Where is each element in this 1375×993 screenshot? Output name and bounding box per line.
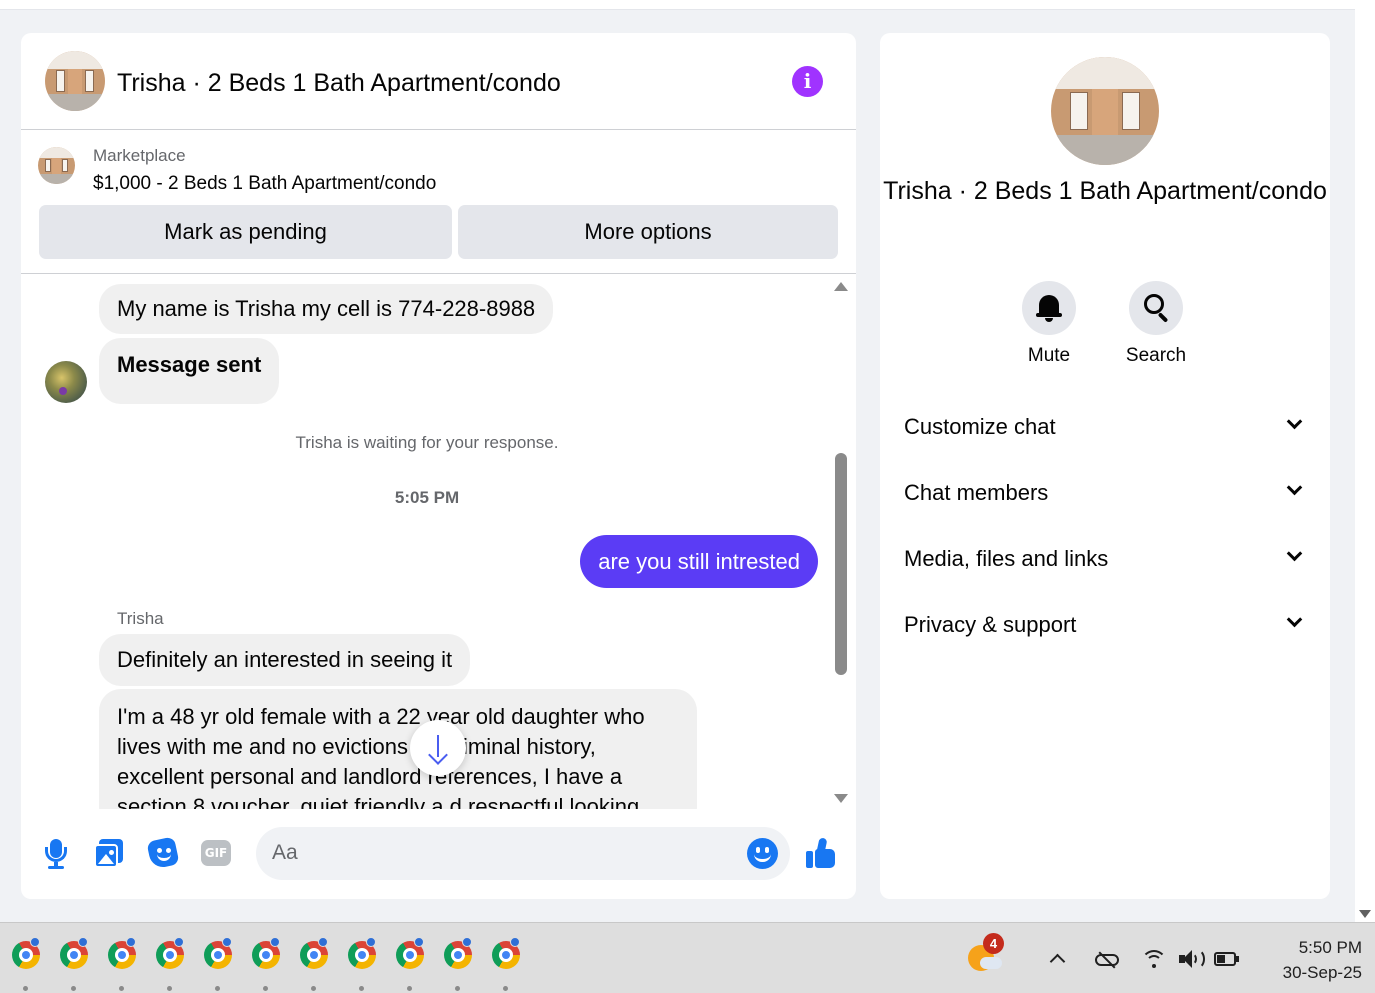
marketplace-banner: Marketplace $1,000 - 2 Beds 1 Bath Apart…: [21, 130, 856, 274]
chat-details-panel: Trisha · 2 Beds 1 Bath Apartment/condo M…: [880, 33, 1330, 899]
outgoing-message[interactable]: are you still intrested: [580, 535, 818, 588]
scroll-to-bottom-button[interactable]: [410, 720, 466, 776]
sender-name: Trisha: [117, 609, 164, 628]
mute-label: Mute: [1027, 345, 1071, 366]
message-input[interactable]: [272, 835, 732, 871]
clock-time: 5:50 PM: [1298, 938, 1362, 957]
sticker-icon[interactable]: [146, 836, 180, 870]
emoji-icon[interactable]: [747, 838, 778, 869]
section-media-files-links[interactable]: Media, files and links: [904, 538, 1308, 578]
message-list[interactable]: My name is Trisha my cell is 774-228-898…: [21, 276, 856, 809]
page-scrollbar[interactable]: [1355, 0, 1375, 922]
chevron-down-icon: [1286, 545, 1303, 562]
clock-date: 30-Sep-25: [1282, 963, 1362, 982]
system-clock[interactable]: 5:50 PM 30-Sep-25: [1252, 935, 1362, 985]
chrome-icon[interactable]: [396, 937, 426, 991]
chrome-icon[interactable]: [492, 937, 522, 991]
chrome-icon[interactable]: [60, 937, 90, 991]
search-label: Search: [1125, 345, 1187, 366]
microphone-icon[interactable]: [40, 837, 72, 869]
message-scrollbar-thumb[interactable]: [835, 453, 847, 675]
search-icon[interactable]: [1129, 281, 1183, 335]
listing-photo-large[interactable]: [1051, 57, 1159, 165]
chrome-icon[interactable]: [156, 937, 186, 991]
chat-header: Trisha · 2 Beds 1 Bath Apartment/condo i: [21, 33, 856, 130]
section-privacy-support[interactable]: Privacy & support: [904, 604, 1308, 644]
chevron-down-icon: [1286, 611, 1303, 628]
gif-icon[interactable]: GIF: [200, 837, 232, 869]
notification-badge: 4: [983, 933, 1004, 954]
battery-icon[interactable]: [1214, 952, 1240, 966]
search-button[interactable]: Search: [1111, 281, 1201, 367]
browser-top-edge: [0, 0, 1355, 10]
incoming-message[interactable]: I'm a 48 yr old female with a 22 year ol…: [99, 689, 697, 809]
volume-icon[interactable]: [1178, 948, 1206, 970]
marketplace-listing-thumbnail[interactable]: [38, 147, 75, 184]
chrome-icon[interactable]: [204, 937, 234, 991]
page-scroll-down-arrow[interactable]: [1359, 910, 1371, 918]
message-scroll-up-arrow[interactable]: [834, 282, 848, 291]
weather-icon[interactable]: 4: [968, 933, 1004, 973]
chat-title[interactable]: Trisha · 2 Beds 1 Bath Apartment/condo: [117, 69, 561, 98]
photo-icon[interactable]: [93, 837, 125, 869]
chrome-icon[interactable]: [444, 937, 474, 991]
wifi-icon[interactable]: [1141, 947, 1167, 971]
listing-price-title[interactable]: $1,000 - 2 Beds 1 Bath Apartment/condo: [93, 173, 436, 195]
section-customize-chat[interactable]: Customize chat: [904, 406, 1308, 446]
chevron-down-icon: [1286, 479, 1303, 496]
chrome-icon[interactable]: [108, 937, 138, 991]
chrome-icon[interactable]: [252, 937, 282, 991]
thumbs-up-icon[interactable]: [805, 837, 837, 869]
chat-panel: Trisha · 2 Beds 1 Bath Apartment/condo i…: [21, 33, 856, 899]
message-scroll-down-arrow[interactable]: [834, 794, 848, 803]
incoming-message[interactable]: Definitely an interested in seeing it: [99, 634, 471, 686]
chrome-icon[interactable]: [12, 937, 42, 991]
sender-avatar[interactable]: [45, 361, 87, 403]
chevron-down-icon: [1286, 413, 1303, 430]
incoming-message[interactable]: My name is Trisha my cell is 774-228-898…: [99, 284, 554, 334]
message-input-container[interactable]: [256, 827, 790, 880]
show-hidden-icons-chevron-icon[interactable]: [1049, 953, 1066, 970]
info-icon[interactable]: i: [792, 66, 823, 97]
marketplace-label: Marketplace: [93, 146, 186, 165]
mark-as-pending-button[interactable]: Mark as pending: [39, 205, 452, 259]
waiting-notice: Trisha is waiting for your response.: [295, 433, 559, 452]
chrome-icon[interactable]: [300, 937, 330, 991]
details-title: Trisha · 2 Beds 1 Bath Apartment/condo: [883, 177, 1327, 205]
taskbar: 4 5:50 PM 30-Sep-25: [0, 922, 1375, 993]
onedrive-offline-icon[interactable]: [1095, 951, 1119, 969]
mute-button[interactable]: Mute: [1004, 281, 1094, 367]
listing-photo[interactable]: [45, 51, 105, 111]
more-options-button[interactable]: More options: [458, 205, 838, 259]
bell-icon[interactable]: [1022, 281, 1076, 335]
section-chat-members[interactable]: Chat members: [904, 472, 1308, 512]
chrome-icon[interactable]: [348, 937, 378, 991]
message-timestamp: 5:05 PM: [394, 488, 460, 507]
message-composer: GIF: [21, 823, 856, 889]
incoming-message[interactable]: Message sent: [99, 338, 280, 404]
